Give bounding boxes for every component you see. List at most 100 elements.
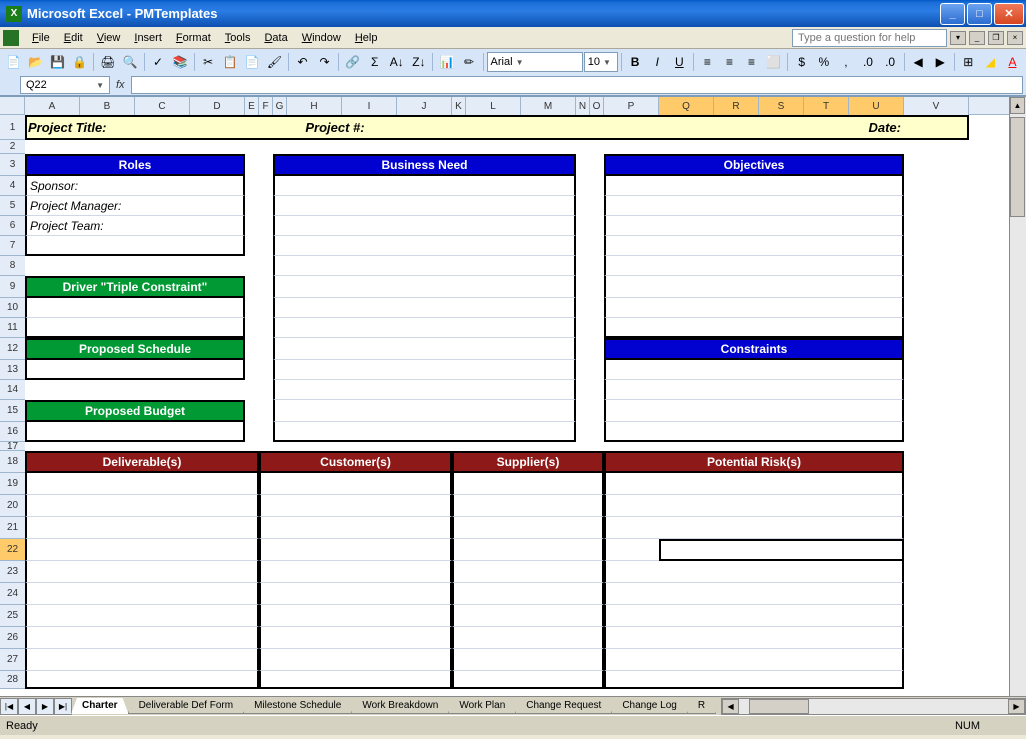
menu-window[interactable]: Window <box>295 30 348 46</box>
borders-button[interactable]: ⊞ <box>958 51 979 73</box>
cell[interactable] <box>452 517 604 539</box>
col-header-R[interactable]: R <box>714 97 759 115</box>
cell[interactable] <box>25 671 259 689</box>
font-name-select[interactable]: Arial▼ <box>487 52 583 72</box>
cell[interactable] <box>25 473 259 495</box>
col-header-V[interactable]: V <box>904 97 969 115</box>
row-header-23[interactable]: 23 <box>0 561 25 583</box>
cell[interactable] <box>25 583 259 605</box>
cell[interactable] <box>452 649 604 671</box>
menu-view[interactable]: View <box>90 30 128 46</box>
cell[interactable] <box>604 256 904 276</box>
fx-icon[interactable]: fx <box>116 79 125 91</box>
cell[interactable] <box>452 605 604 627</box>
sheet-tab-deliverable-def-form[interactable]: Deliverable Def Form <box>128 698 244 714</box>
cell[interactable] <box>604 400 904 422</box>
formula-input[interactable] <box>131 76 1023 94</box>
row-header-25[interactable]: 25 <box>0 605 25 627</box>
hyperlink-button[interactable]: 🔗 <box>342 51 363 73</box>
sheet-tab-milestone-schedule[interactable]: Milestone Schedule <box>243 698 352 714</box>
cell[interactable] <box>452 473 604 495</box>
row-header-13[interactable]: 13 <box>0 360 25 380</box>
cell[interactable] <box>604 561 904 583</box>
redo-button[interactable]: ↷ <box>314 51 335 73</box>
row-header-8[interactable]: 8 <box>0 256 25 276</box>
hscroll-thumb[interactable] <box>749 699 809 714</box>
indent-inc-button[interactable]: ▶ <box>930 51 951 73</box>
tab-next-button[interactable]: ▶ <box>36 698 54 715</box>
cell[interactable] <box>604 671 904 689</box>
indent-dec-button[interactable]: ◀ <box>908 51 929 73</box>
cell[interactable] <box>259 539 452 561</box>
cell[interactable] <box>25 605 259 627</box>
cell[interactable] <box>25 360 245 380</box>
col-header-T[interactable]: T <box>804 97 849 115</box>
cut-button[interactable]: ✂ <box>198 51 219 73</box>
vertical-scrollbar[interactable]: ▲ <box>1009 97 1026 696</box>
cell[interactable] <box>604 318 904 338</box>
cell[interactable] <box>604 276 904 298</box>
cell[interactable] <box>25 517 259 539</box>
col-header-S[interactable]: S <box>759 97 804 115</box>
cell[interactable] <box>452 561 604 583</box>
cell[interactable]: Proposed Budget <box>25 400 245 422</box>
scroll-up-button[interactable]: ▲ <box>1010 97 1025 114</box>
col-header-E[interactable]: E <box>245 97 259 115</box>
row-header-15[interactable]: 15 <box>0 400 25 422</box>
cell[interactable] <box>452 583 604 605</box>
cell[interactable]: Date: <box>714 115 904 140</box>
bold-button[interactable]: B <box>625 51 646 73</box>
cell[interactable] <box>604 236 904 256</box>
col-header-B[interactable]: B <box>80 97 135 115</box>
cell[interactable] <box>604 495 904 517</box>
row-header-6[interactable]: 6 <box>0 216 25 236</box>
open-button[interactable]: 📂 <box>25 51 46 73</box>
sheet-tab-work-breakdown[interactable]: Work Breakdown <box>351 698 449 714</box>
menu-tools[interactable]: Tools <box>218 30 258 46</box>
cell[interactable] <box>25 422 245 442</box>
cell[interactable] <box>259 517 452 539</box>
maximize-button[interactable]: □ <box>967 3 992 25</box>
cell[interactable] <box>273 380 576 400</box>
mdi-minimize[interactable]: _ <box>969 31 985 45</box>
paste-button[interactable]: 📄 <box>242 51 263 73</box>
new-button[interactable]: 📄 <box>3 51 24 73</box>
mdi-close[interactable]: × <box>1007 31 1023 45</box>
cell[interactable] <box>273 338 576 360</box>
row-header-16[interactable]: 16 <box>0 422 25 442</box>
sort-desc-button[interactable]: Z↓ <box>408 51 429 73</box>
cell[interactable] <box>604 649 904 671</box>
scroll-left-button[interactable]: ◀ <box>722 699 739 714</box>
cell[interactable] <box>604 627 904 649</box>
cell[interactable]: Proposed Schedule <box>25 338 245 360</box>
cell[interactable] <box>273 216 576 236</box>
row-header-4[interactable]: 4 <box>0 176 25 196</box>
cell[interactable] <box>604 216 904 236</box>
cell[interactable] <box>273 360 576 380</box>
col-header-H[interactable]: H <box>287 97 342 115</box>
row-header-10[interactable]: 10 <box>0 298 25 318</box>
cell[interactable]: Deliverable(s) <box>25 451 259 473</box>
cell[interactable]: Project Manager: <box>25 196 245 216</box>
spell-button[interactable]: ✓ <box>147 51 168 73</box>
cell[interactable]: Customer(s) <box>259 451 452 473</box>
app-icon[interactable] <box>3 30 19 46</box>
row-header-14[interactable]: 14 <box>0 380 25 400</box>
sheet-tab-change-request[interactable]: Change Request <box>515 698 612 714</box>
row-header-1[interactable]: 1 <box>0 115 25 140</box>
menu-file[interactable]: File <box>25 30 57 46</box>
minimize-button[interactable]: _ <box>940 3 965 25</box>
help-search[interactable] <box>792 29 947 47</box>
cell[interactable] <box>25 318 245 338</box>
col-header-G[interactable]: G <box>273 97 287 115</box>
underline-button[interactable]: U <box>669 51 690 73</box>
drawing-button[interactable]: ✏ <box>459 51 480 73</box>
sheet-tab-r[interactable]: R <box>687 698 716 714</box>
cell[interactable] <box>259 495 452 517</box>
save-button[interactable]: 💾 <box>47 51 68 73</box>
row-header-26[interactable]: 26 <box>0 627 25 649</box>
scroll-right-button[interactable]: ▶ <box>1008 699 1025 714</box>
cell[interactable] <box>273 318 576 338</box>
align-right-button[interactable]: ≡ <box>741 51 762 73</box>
align-left-button[interactable]: ≡ <box>697 51 718 73</box>
